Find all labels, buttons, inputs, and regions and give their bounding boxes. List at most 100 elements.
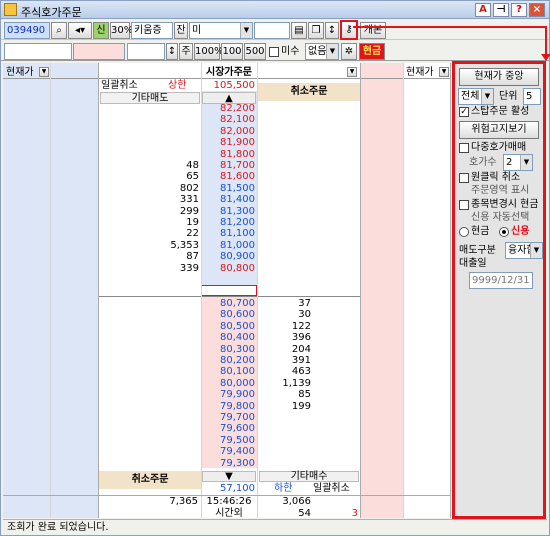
- ask-price[interactable]: 81,100: [203, 229, 255, 239]
- credit-radio[interactable]: [499, 227, 509, 237]
- lock-settings-icon[interactable]: ⚷: [340, 20, 358, 40]
- multi-order-label: 다중호가매매: [471, 142, 527, 153]
- bulk-cancel-bottom[interactable]: 일괄취소: [313, 484, 350, 494]
- bid-qty: [259, 459, 311, 469]
- bid-price[interactable]: 79,800: [203, 402, 255, 412]
- upper-limit-label: 상한: [168, 80, 187, 91]
- ask-price[interactable]: 81,200: [203, 218, 255, 228]
- bid-price[interactable]: 79,900: [203, 390, 255, 400]
- ask-qty: [123, 150, 199, 160]
- change-cash-checkbox[interactable]: [459, 200, 469, 210]
- ask-price[interactable]: 81,500: [203, 184, 255, 194]
- ask-qty: 65: [186, 171, 199, 182]
- password-input[interactable]: [254, 22, 290, 39]
- bid-price[interactable]: 80,700: [203, 299, 255, 309]
- ask-price[interactable]: 81,400: [203, 195, 255, 205]
- bid-price[interactable]: 79,300: [203, 459, 255, 469]
- chevron-down-icon[interactable]: ▼: [39, 67, 49, 77]
- ask-price[interactable]: 80,900: [203, 252, 255, 262]
- market-order-header[interactable]: 시장가주문: [201, 66, 257, 79]
- one-click-cancel-label: 원클릭 취소: [471, 172, 521, 183]
- pct100-button[interactable]: 100%: [194, 43, 224, 60]
- scope-select[interactable]: 전체 ▼: [458, 88, 494, 105]
- hoga-count-select[interactable]: 2 ▼: [503, 154, 533, 171]
- kaebon-button[interactable]: 개본: [360, 22, 386, 39]
- ask-price[interactable]: 81,000: [203, 241, 255, 251]
- bid-price[interactable]: 79,700: [203, 413, 255, 423]
- percent-button[interactable]: 30%: [110, 22, 133, 39]
- ask-price[interactable]: 81,900: [203, 138, 255, 148]
- hoga-count-select-label: 2: [506, 157, 513, 168]
- cash-radio[interactable]: [459, 227, 469, 237]
- gear-icon[interactable]: ✲: [341, 43, 357, 60]
- right-order-column-bg: [361, 63, 403, 518]
- order-type-field[interactable]: [4, 43, 72, 60]
- sort-arrow-icon[interactable]: ↕: [325, 22, 339, 39]
- bid-qty: [259, 413, 311, 423]
- unit-share-button[interactable]: 주: [179, 43, 193, 60]
- stock-code-input[interactable]: 039490: [4, 22, 50, 39]
- ask-price[interactable]: 81,300: [203, 207, 255, 217]
- pin-icon[interactable]: ⊣: [493, 3, 509, 17]
- misu-select[interactable]: 없음 ▼: [305, 43, 339, 60]
- speaker-icon[interactable]: ◂▾: [68, 22, 92, 39]
- copy-icon[interactable]: ❐: [308, 22, 324, 39]
- balance-button[interactable]: 잔: [174, 22, 188, 39]
- grid-line: [50, 63, 51, 518]
- order-price-input[interactable]: [73, 43, 125, 60]
- grid-line: [403, 63, 404, 518]
- sell-type-label: 매도구분: [459, 245, 496, 256]
- quantity-input[interactable]: [127, 43, 165, 60]
- qty-100-button[interactable]: 100: [221, 43, 243, 60]
- chevron-down-icon[interactable]: ▼: [347, 67, 357, 77]
- ask-price[interactable]: 80,800: [203, 264, 255, 274]
- misu-checkbox[interactable]: [269, 47, 279, 57]
- misu-label: 미수: [281, 46, 300, 57]
- account-select[interactable]: 미 ▼: [189, 22, 253, 39]
- quantity-stepper[interactable]: ↕: [166, 43, 178, 60]
- document-icon[interactable]: ▤: [291, 22, 307, 39]
- ask-price[interactable]: 82,200: [203, 104, 255, 114]
- tools-icon[interactable]: A: [475, 3, 491, 17]
- cash-credit-toggle[interactable]: 현금: [359, 43, 385, 60]
- bid-price[interactable]: 80,300: [203, 345, 255, 355]
- unit-input[interactable]: 5: [523, 88, 541, 105]
- sell-type-select[interactable]: 융자합 ▼: [505, 242, 543, 259]
- grid-line: [360, 63, 361, 518]
- change-cash-label: 종목변경시 현금: [471, 199, 539, 210]
- bid-price[interactable]: 80,000: [203, 379, 255, 389]
- multi-order-checkbox[interactable]: [459, 143, 469, 153]
- bulk-cancel-top[interactable]: 일괄취소: [101, 81, 138, 91]
- stop-order-checkbox[interactable]: ✓: [459, 107, 469, 117]
- close-icon[interactable]: ×: [529, 3, 545, 17]
- bid-price[interactable]: 80,200: [203, 356, 255, 366]
- risk-notice-button[interactable]: 위험고지보기: [459, 121, 539, 139]
- loan-date-input[interactable]: 9999/12/31: [469, 272, 533, 289]
- ask-price[interactable]: 81,600: [203, 172, 255, 182]
- search-icon[interactable]: ⌕: [51, 22, 67, 39]
- bid-price[interactable]: 80,500: [203, 322, 255, 332]
- bid-price[interactable]: 79,400: [203, 447, 255, 457]
- chevron-down-icon[interactable]: ▼: [439, 67, 449, 77]
- qty-500-button[interactable]: 500: [244, 43, 266, 60]
- ask-price[interactable]: 81,700: [203, 161, 255, 171]
- after-hours-value: 54: [298, 508, 311, 519]
- title-bar: 주식호가주문 A ⊣ ? ×: [1, 1, 549, 19]
- cancel-order-top-button[interactable]: 취소주문: [258, 83, 360, 101]
- ask-price[interactable]: 81,800: [203, 150, 255, 160]
- cancel-order-bottom-button[interactable]: 취소주문: [99, 471, 201, 489]
- bid-price[interactable]: 80,100: [203, 367, 255, 377]
- misu-select-label: 없음: [308, 46, 327, 57]
- help-icon[interactable]: ?: [511, 3, 527, 17]
- down-arrow-icon[interactable]: ▼: [202, 471, 256, 482]
- ask-price[interactable]: 82,000: [203, 127, 255, 137]
- bid-price[interactable]: 80,600: [203, 310, 255, 320]
- bid-price[interactable]: 80,400: [203, 333, 255, 343]
- left-current-price-header: 현재가: [6, 67, 34, 78]
- bid-price[interactable]: 79,500: [203, 436, 255, 446]
- ask-price[interactable]: 82,100: [203, 115, 255, 125]
- bid-price[interactable]: 79,600: [203, 424, 255, 434]
- bid-qty: 85: [298, 389, 311, 400]
- one-click-cancel-checkbox[interactable]: [459, 173, 469, 183]
- center-current-price-button[interactable]: 현재가 중앙: [459, 68, 539, 86]
